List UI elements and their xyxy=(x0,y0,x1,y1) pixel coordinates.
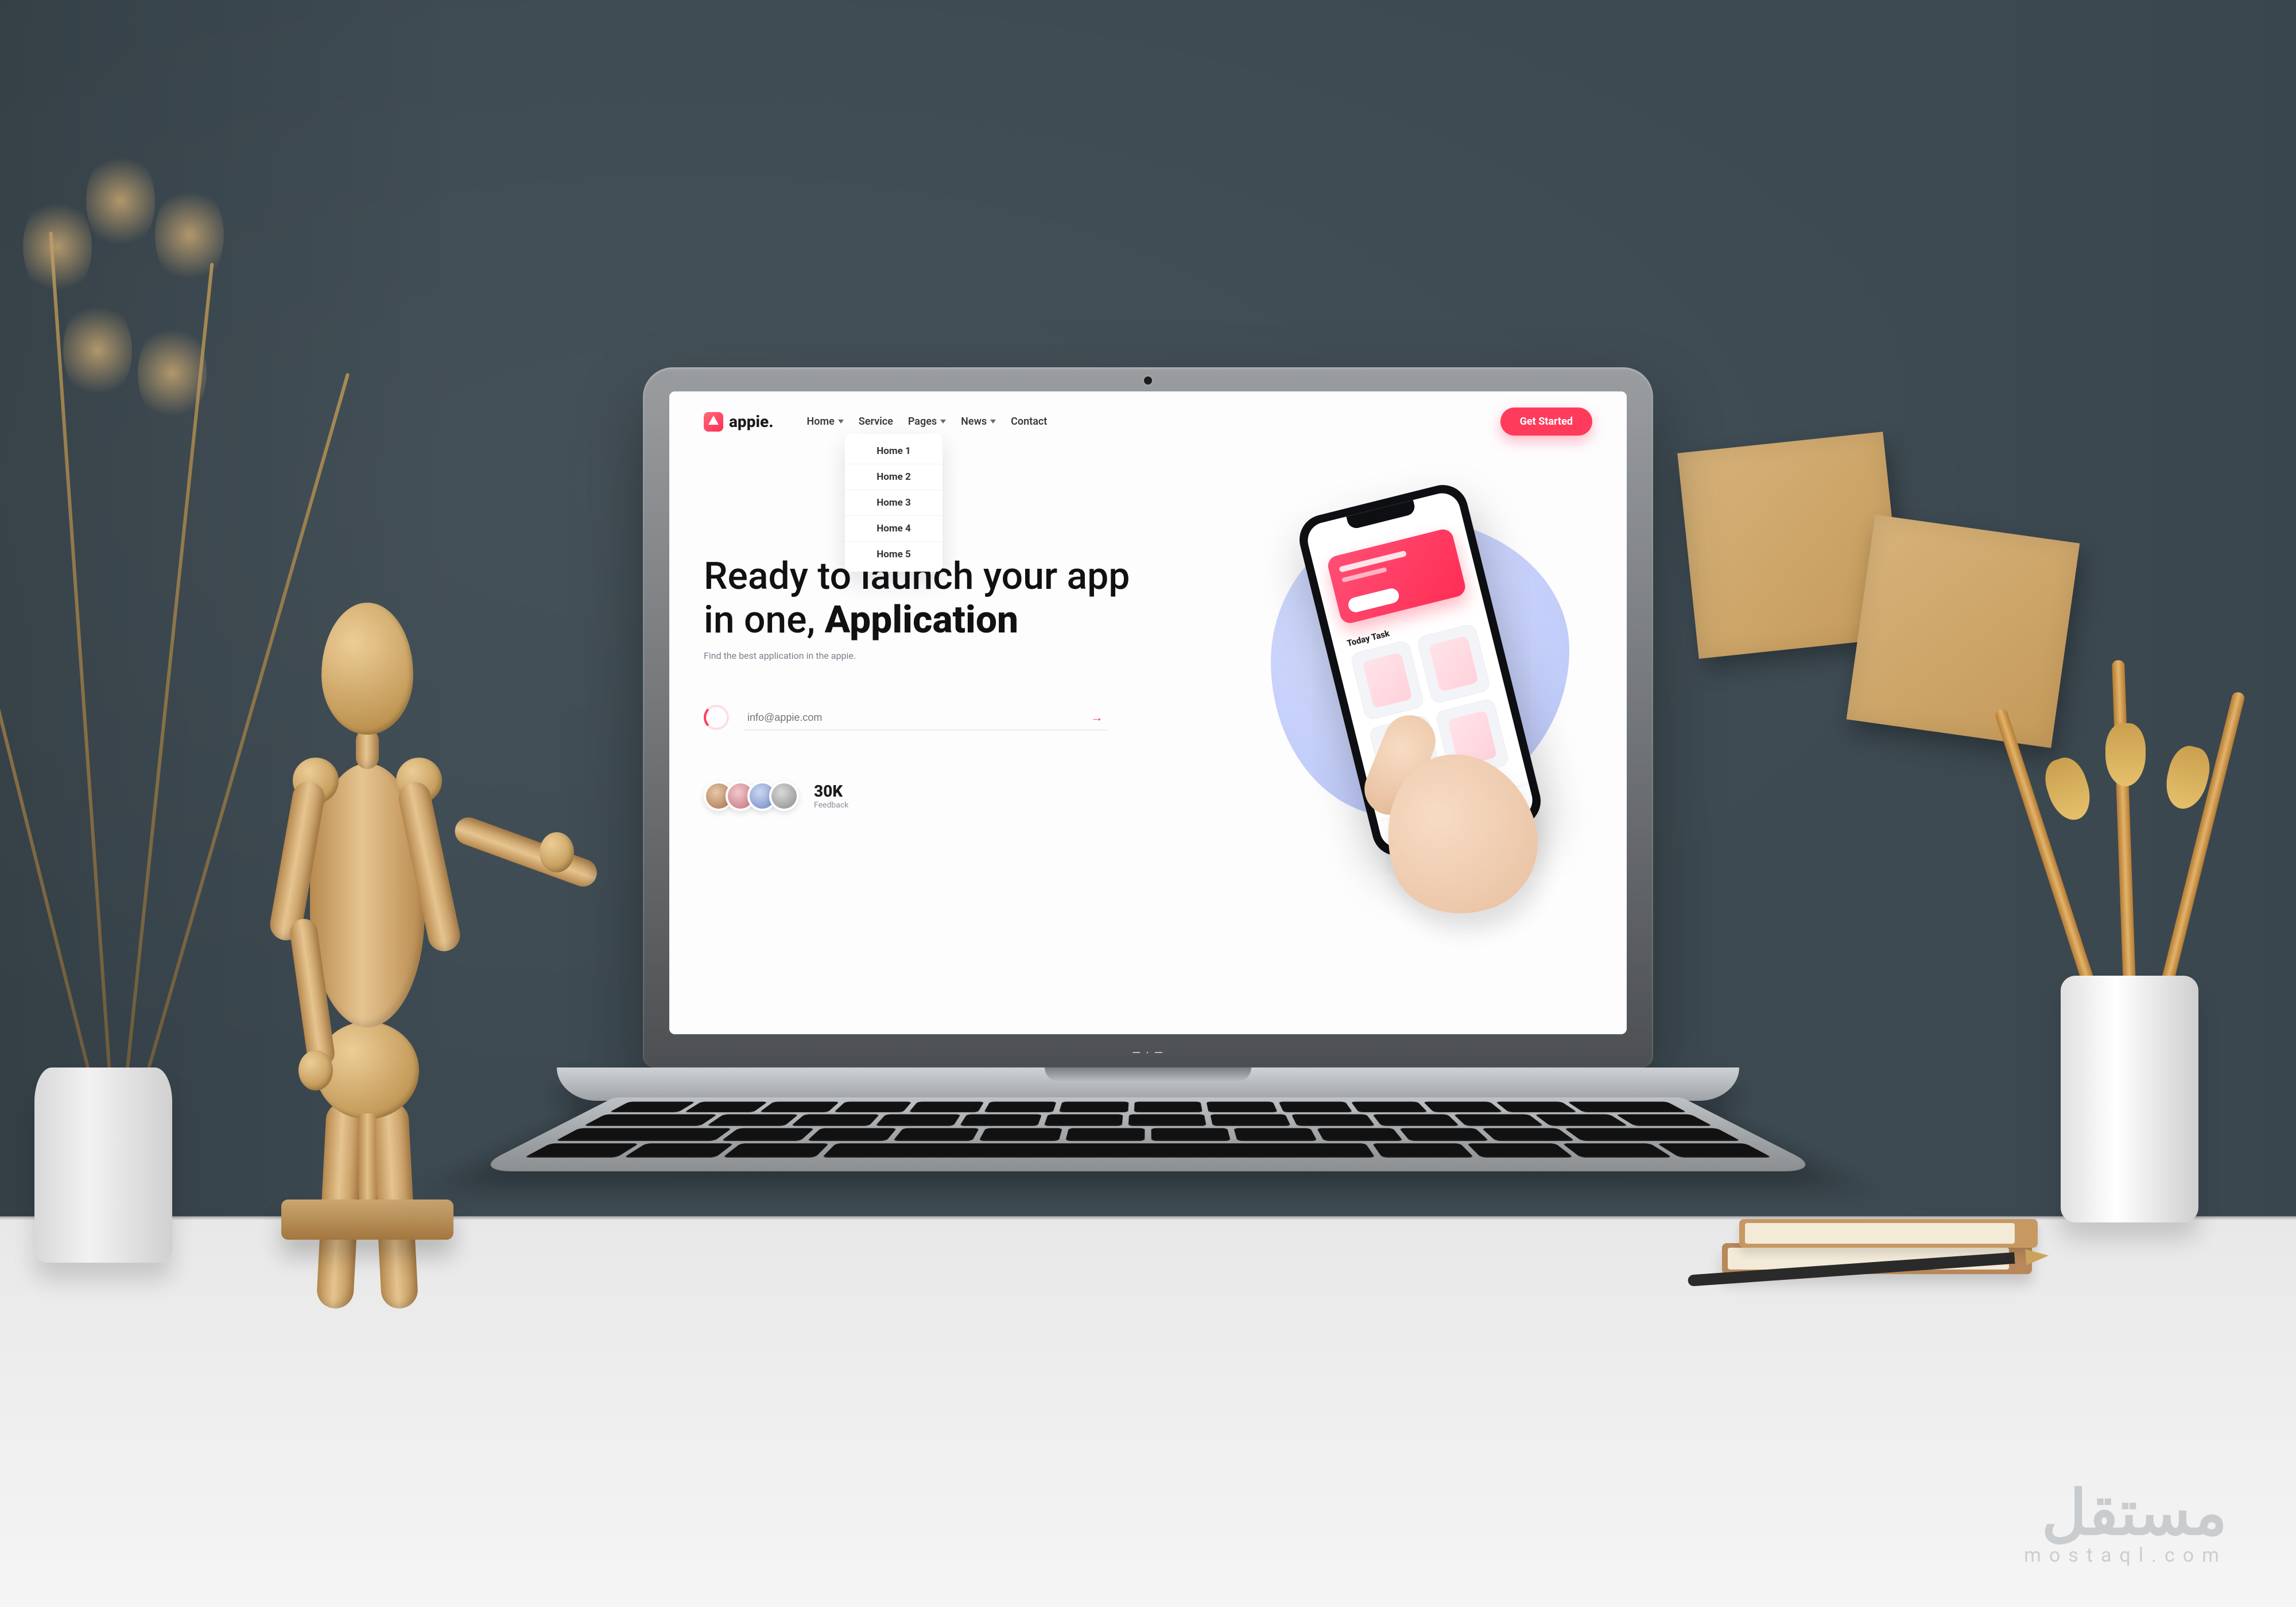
arrow-right-icon: → xyxy=(1091,710,1103,725)
dropdown-item[interactable]: Home 3 xyxy=(845,490,943,516)
phone-notch xyxy=(1346,500,1416,530)
laptop-keyboard xyxy=(614,1097,1682,1270)
laptop-brand-text: — · — xyxy=(1132,1046,1164,1059)
submit-arrow-button[interactable]: → xyxy=(1087,707,1107,728)
laptop: appie. Home Service Pages xyxy=(557,367,1739,1270)
hero-visual: Today Task xyxy=(1184,455,1592,1032)
nav-label: Home xyxy=(807,416,835,428)
chevron-down-icon xyxy=(838,420,844,424)
brand-name: appie. xyxy=(729,412,774,431)
watermark-latin: mostaql.com xyxy=(2024,1544,2227,1567)
laptop-lid: appie. Home Service Pages xyxy=(643,367,1653,1068)
brand-mark-icon xyxy=(704,412,723,432)
feedback-label: Feedback xyxy=(814,801,848,810)
nav-menu: Home Service Pages News xyxy=(807,416,1048,428)
feedback-text: 30K Feedback xyxy=(814,782,848,810)
nav-item-contact[interactable]: Contact xyxy=(1011,416,1047,428)
dropdown-item[interactable]: Home 4 xyxy=(845,516,943,542)
feedback-stat: 30K Feedback xyxy=(704,781,1173,811)
sticky-note xyxy=(1847,515,2080,748)
nav-item-home[interactable]: Home xyxy=(807,416,844,428)
feedback-count: 30K xyxy=(814,782,848,801)
watermark-arabic: مستقل xyxy=(2024,1477,2227,1550)
site-root: appie. Home Service Pages xyxy=(669,391,1627,1034)
input-underline xyxy=(744,729,1107,731)
hero-line2-bold: Application xyxy=(825,598,1019,642)
brand-logo[interactable]: appie. xyxy=(704,412,774,432)
nav-label: Contact xyxy=(1011,416,1047,428)
hero: Ready to launch your app in one, Applica… xyxy=(669,441,1627,1032)
nav-item-news[interactable]: News xyxy=(961,416,996,428)
dropdown-item[interactable]: Home 2 xyxy=(845,464,943,490)
hand-holding-phone xyxy=(1328,696,1569,937)
avatar-stack xyxy=(704,781,799,811)
phone-tile xyxy=(1416,623,1491,705)
laptop-deck xyxy=(557,1068,1739,1101)
nav-item-pages[interactable]: Pages xyxy=(908,416,946,428)
get-started-button[interactable]: Get Started xyxy=(1500,407,1592,436)
wooden-mannequin xyxy=(218,149,517,1240)
chevron-down-icon xyxy=(990,420,996,424)
nav-label: Service xyxy=(859,416,893,428)
nav-label: Pages xyxy=(908,416,937,428)
laptop-screen: appie. Home Service Pages xyxy=(669,391,1627,1034)
dropdown-item[interactable]: Home 5 xyxy=(845,542,943,567)
dried-plant-vase xyxy=(0,861,207,1263)
dropdown-item[interactable]: Home 1 xyxy=(845,438,943,464)
scene-room: appie. Home Service Pages xyxy=(0,0,2296,1607)
home-dropdown: Home 1 Home 2 Home 3 Home 4 Home 5 xyxy=(845,434,943,572)
phone-feature-card xyxy=(1326,527,1467,626)
nav-label: News xyxy=(961,416,987,428)
watermark: مستقل mostaql.com xyxy=(2024,1477,2227,1567)
nav-item-service[interactable]: Service xyxy=(859,416,893,428)
loading-spinner-icon xyxy=(704,705,729,730)
brush-cup xyxy=(2038,781,2221,1222)
hero-line2-pre: in one, xyxy=(704,598,825,642)
site-nav: appie. Home Service Pages xyxy=(669,391,1627,441)
webcam-dot xyxy=(1144,376,1152,385)
avatar xyxy=(769,781,799,811)
hero-subtitle: Find the best application in the appie. xyxy=(704,650,1173,661)
chevron-down-icon xyxy=(940,420,946,424)
email-capture: → xyxy=(704,701,1107,734)
